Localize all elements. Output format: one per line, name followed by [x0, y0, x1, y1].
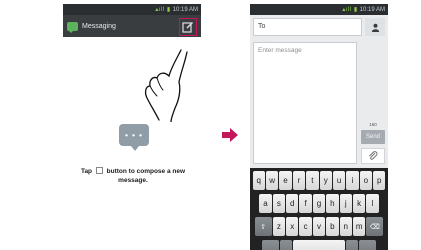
instruction-after: button to compose a new message. [106, 168, 186, 184]
next-key[interactable] [359, 240, 377, 250]
message-bubble-icon: • • • [119, 124, 149, 151]
right-phone-screen: ▴ıll ▮ 10:19 AM To Enter message 160 Sen… [250, 4, 388, 250]
key[interactable]: u [332, 171, 346, 190]
to-field[interactable]: To [253, 18, 362, 36]
key[interactable]: t [306, 171, 319, 190]
instruction-before: Tap [80, 168, 93, 175]
key[interactable]: k [352, 194, 366, 213]
key[interactable]: x [286, 217, 299, 236]
key[interactable]: i [346, 171, 359, 190]
app-title: Messaging [82, 22, 116, 30]
messaging-app-icon [67, 21, 78, 33]
key[interactable]: b [326, 217, 339, 236]
keyboard-row-2: a s d f g h j k l [251, 194, 387, 213]
attach-icon [369, 151, 378, 160]
instruction-text: Tap button to compose a new message. [67, 167, 199, 185]
key[interactable]: j [339, 194, 352, 213]
key[interactable]: e [279, 171, 292, 190]
period-key[interactable] [346, 240, 359, 250]
keyboard-row-3: ⇧ z x c v b n m ⌫ [251, 217, 387, 236]
backspace-icon: ⌫ [369, 223, 380, 231]
space-key[interactable] [293, 240, 345, 250]
attach-button[interactable] [361, 148, 385, 164]
status-bar: ▴ıll ▮ 10:19 AM [250, 4, 388, 15]
compose-button[interactable] [179, 18, 197, 36]
recipient-bar: To [250, 15, 388, 39]
key[interactable]: y [319, 171, 332, 190]
key[interactable]: f [299, 194, 312, 213]
status-bar: ▴ıll ▮ 10:19 AM [63, 4, 201, 15]
key[interactable]: a [259, 194, 272, 213]
signal-icon: ▴ıll ▮ [155, 7, 171, 13]
contact-button[interactable] [365, 18, 385, 36]
key[interactable]: p [373, 171, 386, 190]
key[interactable]: v [312, 217, 326, 236]
shift-key[interactable]: ⇧ [254, 217, 272, 236]
message-field[interactable]: Enter message [253, 42, 357, 164]
key[interactable]: q [252, 171, 265, 190]
contact-icon [371, 23, 379, 32]
key[interactable]: c [299, 217, 312, 236]
key[interactable]: z [272, 217, 286, 236]
key[interactable]: r [292, 171, 306, 190]
next-arrow-icon [222, 128, 238, 142]
symbols-key[interactable] [261, 240, 279, 250]
compose-mini-icon [95, 167, 103, 174]
key[interactable]: w [265, 171, 279, 190]
compose-icon [182, 22, 193, 33]
shift-icon: ⇧ [260, 223, 267, 231]
key[interactable]: n [339, 217, 352, 236]
battery-icon: ▴ıll ▮ [342, 7, 358, 13]
pointing-hand-icon [144, 49, 188, 122]
key[interactable]: h [326, 194, 339, 213]
key[interactable]: g [312, 194, 326, 213]
key[interactable]: m [352, 217, 366, 236]
backspace-key[interactable]: ⌫ [366, 217, 384, 236]
keyboard: q w e r t y u i o p a s d f g h j k l ⇧ … [250, 168, 388, 250]
left-phone-screen: ▴ıll ▮ 10:19 AM Messaging • • • Tap butt… [63, 4, 201, 250]
keyboard-row-4 [251, 240, 387, 250]
keyboard-row-1: q w e r t y u i o p [251, 171, 387, 190]
key[interactable]: o [359, 171, 373, 190]
settings-key[interactable] [279, 240, 292, 250]
status-time: 10:19 AM [172, 6, 198, 13]
char-counter: 160 [369, 122, 377, 127]
send-button[interactable]: Send [361, 130, 385, 144]
key[interactable]: s [272, 194, 286, 213]
status-time: 10:19 AM [359, 6, 385, 13]
key[interactable]: l [366, 194, 379, 213]
key[interactable]: d [286, 194, 299, 213]
